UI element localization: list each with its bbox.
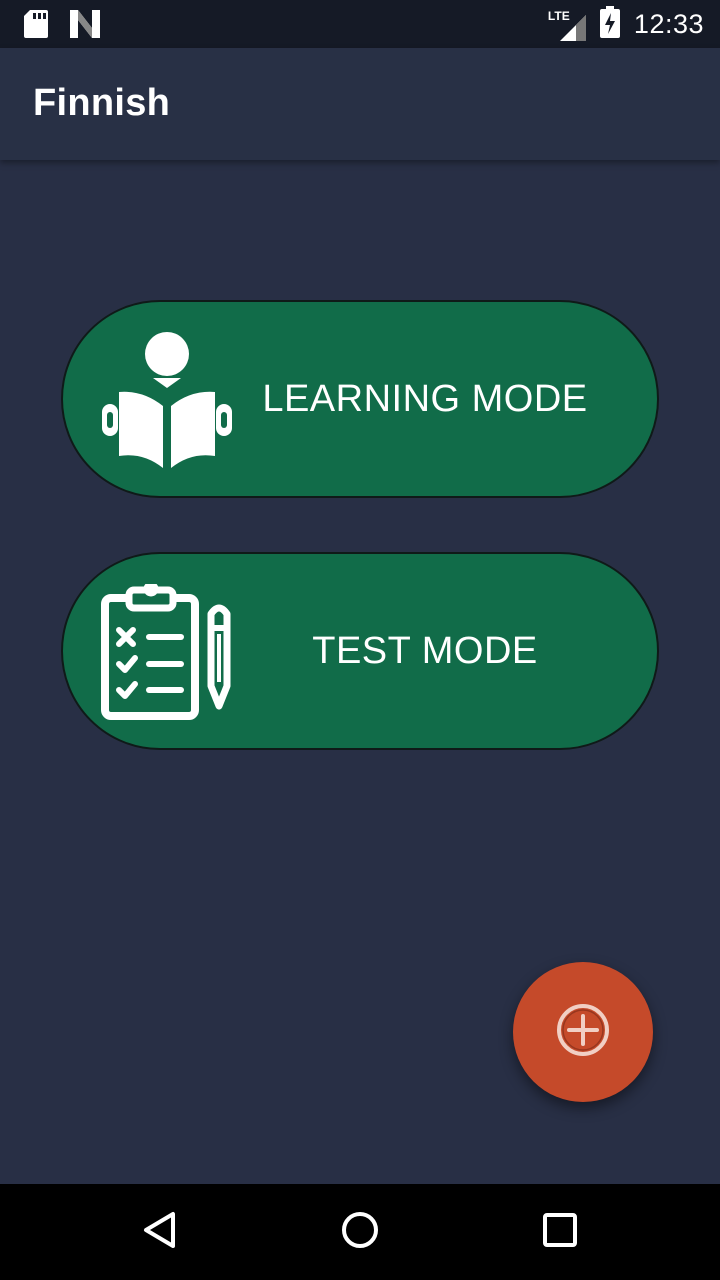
back-icon <box>140 1210 180 1255</box>
test-mode-label: TEST MODE <box>312 629 538 672</box>
reading-person-icon <box>99 332 235 468</box>
learning-mode-label: LEARNING MODE <box>262 377 588 420</box>
sd-card-icon <box>24 10 48 43</box>
n-logo-icon <box>70 10 100 43</box>
page-title: Finnish <box>33 82 171 124</box>
checklist-pencil-icon <box>99 581 235 720</box>
status-clock: 12:33 <box>633 9 704 39</box>
add-circle-icon <box>555 1002 611 1063</box>
navigation-bar <box>0 1184 720 1280</box>
learning-mode-button[interactable]: LEARNING MODE <box>61 300 659 498</box>
lte-signal-icon: LTE <box>548 9 586 41</box>
add-fab-button[interactable] <box>513 962 653 1102</box>
recents-button[interactable] <box>530 1202 590 1262</box>
battery-charging-icon <box>599 6 620 43</box>
back-button[interactable] <box>130 1202 190 1262</box>
app-bar: Finnish <box>0 48 720 160</box>
home-button[interactable] <box>330 1202 390 1262</box>
test-mode-button[interactable]: TEST MODE <box>61 552 659 750</box>
status-bar: LTE 12:33 <box>0 0 720 48</box>
home-icon <box>340 1210 380 1255</box>
recents-icon <box>540 1210 580 1255</box>
